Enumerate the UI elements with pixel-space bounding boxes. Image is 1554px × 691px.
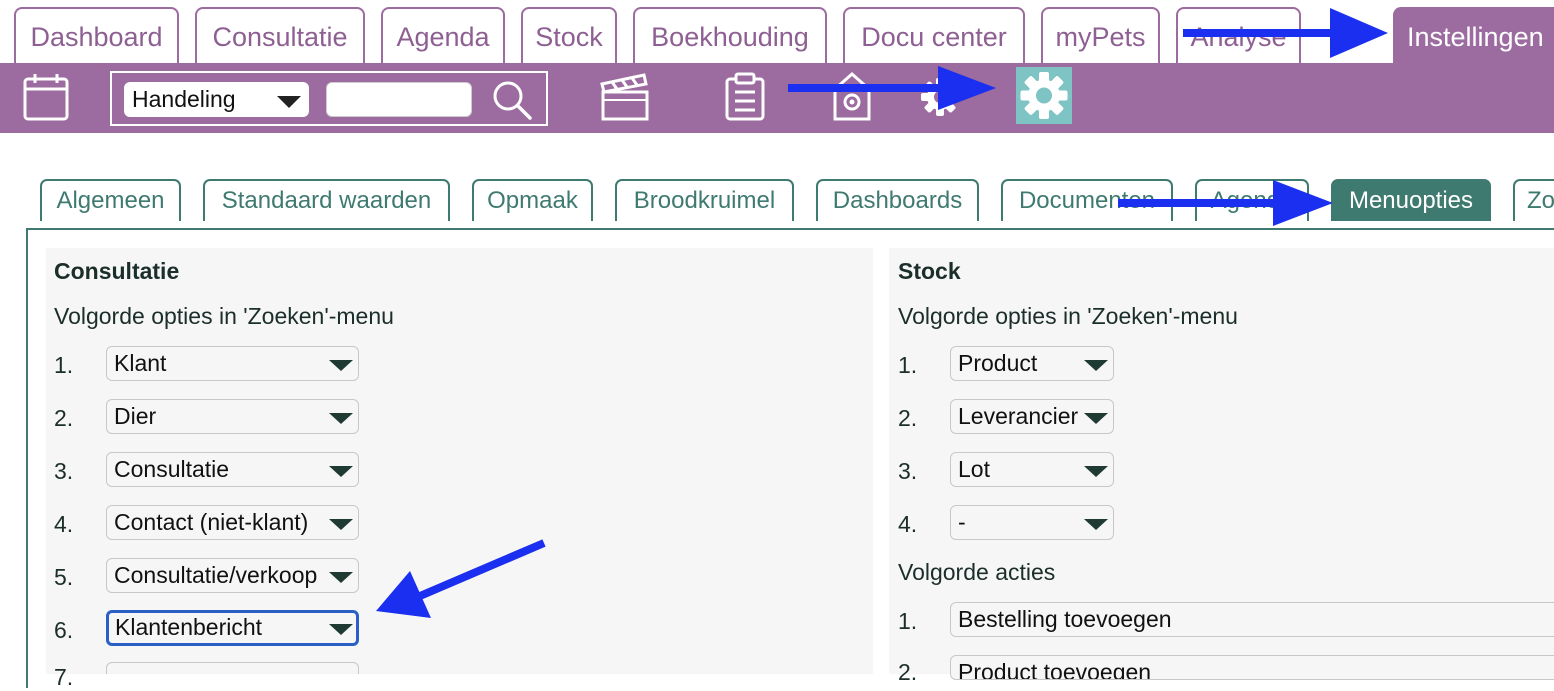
search-input[interactable] <box>326 82 472 117</box>
subtab-dashboards[interactable]: Dashboards <box>816 179 979 221</box>
consultatie-option-select-5[interactable]: Consultatie/verkoop <box>106 558 359 593</box>
select-value: Lot <box>958 456 990 482</box>
settings-gear-icon <box>1020 72 1068 119</box>
option-number: 1. <box>898 352 918 378</box>
select-value: Klantenbericht <box>115 614 263 640</box>
chevron-down-icon <box>1084 466 1108 477</box>
option-number: 2. <box>54 405 74 431</box>
chevron-down-icon <box>1084 360 1108 371</box>
chevron-down-icon <box>329 360 353 371</box>
tab-boekhouding[interactable]: Boekhouding <box>633 7 827 63</box>
stock-action-select-1[interactable]: Bestelling toevoegen <box>950 602 1554 637</box>
search-type-select[interactable]: Handeling <box>124 82 309 117</box>
stock-option-select-4[interactable]: - <box>950 505 1114 540</box>
option-number: 1. <box>898 608 918 634</box>
main-navigation-tabs: Dashboard Consultatie Agenda Stock Boekh… <box>0 0 1554 63</box>
subtab-menuopties[interactable]: Menuopties <box>1331 179 1491 221</box>
option-number: 4. <box>898 511 918 537</box>
search-box: Handeling <box>110 71 548 126</box>
search-icon[interactable] <box>490 78 534 122</box>
subtab-documenten[interactable]: Documenten <box>1001 179 1173 221</box>
consultatie-search-order-label: Volgorde opties in 'Zoeken'-menu <box>54 303 394 329</box>
option-number: 4. <box>54 511 74 537</box>
consultatie-option-select-4[interactable]: Contact (niet-klant) <box>106 505 359 540</box>
chevron-down-icon <box>1084 519 1108 530</box>
subtab-opmaak[interactable]: Opmaak <box>472 179 593 221</box>
consultatie-option-select-2[interactable]: Dier <box>106 399 359 434</box>
option-number: 3. <box>898 458 918 484</box>
tab-dashboard[interactable]: Dashboard <box>14 7 179 63</box>
select-value: Consultatie/verkoop <box>114 562 318 588</box>
chevron-down-icon <box>329 466 353 477</box>
tab-analyse[interactable]: Analyse <box>1176 7 1301 63</box>
chevron-down-icon <box>329 519 353 530</box>
option-number: 6. <box>54 617 74 643</box>
gear-icon[interactable] <box>918 75 962 119</box>
chevron-down-icon <box>329 572 353 583</box>
calendar-icon[interactable] <box>22 72 70 122</box>
clapperboard-icon[interactable] <box>600 72 650 122</box>
subtab-agenda[interactable]: Agenda <box>1195 179 1309 221</box>
option-number: 1. <box>54 352 74 378</box>
option-number: 3. <box>54 458 74 484</box>
chevron-down-icon <box>329 624 353 635</box>
option-number: 7. <box>54 664 74 690</box>
select-value: Bestelling toevoegen <box>958 606 1172 632</box>
subtab-algemeen[interactable]: Algemeen <box>40 179 181 221</box>
option-number: 5. <box>54 564 74 590</box>
chevron-down-icon <box>1084 413 1108 424</box>
select-value: - <box>958 509 966 535</box>
tab-stock[interactable]: Stock <box>521 7 617 63</box>
stock-option-select-2[interactable]: Leverancier <box>950 399 1114 434</box>
select-value: Product toevoegen <box>958 659 1152 680</box>
subtab-zo[interactable]: Zo <box>1513 179 1554 221</box>
stock-title: Stock <box>898 258 961 284</box>
chevron-down-icon <box>329 413 353 424</box>
select-value: Dier <box>114 403 157 429</box>
stock-option-select-3[interactable]: Lot <box>950 452 1114 487</box>
consultatie-option-select-1[interactable]: Klant <box>106 346 359 381</box>
stock-option-select-1[interactable]: Product <box>950 346 1114 381</box>
select-value: Leverancier <box>958 403 1079 429</box>
subtab-broodkruimel[interactable]: Broodkruimel <box>615 179 794 221</box>
consultatie-option-select-6[interactable]: Klantenbericht <box>106 610 359 646</box>
stock-search-order-label: Volgorde opties in 'Zoeken'-menu <box>898 303 1238 329</box>
house-gear-icon[interactable] <box>832 71 872 123</box>
clipboard-icon[interactable] <box>724 72 766 122</box>
option-number: 2. <box>898 659 918 685</box>
consultatie-option-select-3[interactable]: Consultatie <box>106 452 359 487</box>
select-value: Klant <box>114 350 167 376</box>
select-value: Product <box>958 350 1038 376</box>
tab-instellingen[interactable]: Instellingen <box>1393 7 1554 63</box>
settings-gear-button[interactable] <box>1016 67 1072 124</box>
tab-agenda[interactable]: Agenda <box>381 7 505 63</box>
tab-mypets[interactable]: myPets <box>1041 7 1160 63</box>
toolbar: Handeling <box>0 63 1554 133</box>
chevron-down-icon <box>277 96 301 108</box>
consultatie-option-select-7[interactable] <box>106 662 359 674</box>
stock-actions-order-label: Volgorde acties <box>898 559 1056 585</box>
select-value: Contact (niet-klant) <box>114 509 309 535</box>
consultatie-title: Consultatie <box>54 258 180 284</box>
stock-action-select-2[interactable]: Product toevoegen <box>950 655 1554 680</box>
select-value: Consultatie <box>114 456 230 482</box>
subtab-standaard-waarden[interactable]: Standaard waarden <box>203 179 450 221</box>
option-number: 2. <box>898 405 918 431</box>
tab-docu-center[interactable]: Docu center <box>843 7 1025 63</box>
search-type-value: Handeling <box>132 86 236 112</box>
tab-consultatie[interactable]: Consultatie <box>195 7 365 63</box>
